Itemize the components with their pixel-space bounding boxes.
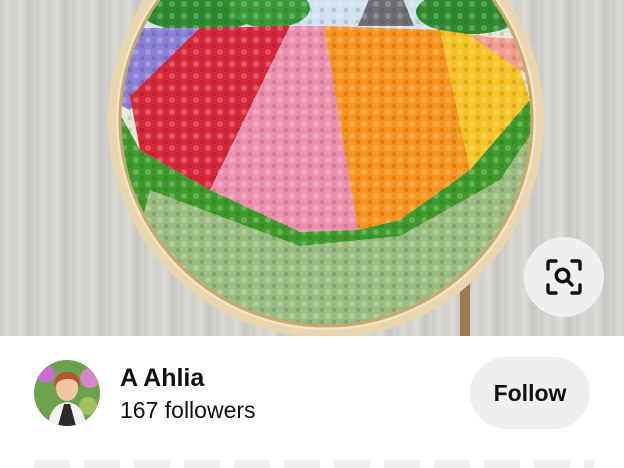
avatar-photo [34, 360, 100, 426]
lens-icon [546, 259, 582, 295]
creator-follower-count: 167 followers [120, 397, 256, 423]
creator-name[interactable]: A Ahlia [120, 364, 204, 393]
follow-button[interactable]: Follow [470, 357, 590, 429]
avatar[interactable] [34, 360, 100, 426]
description-text-preview [34, 460, 594, 468]
pin-closeup-page: A Ahlia 167 followers Follow [0, 0, 624, 468]
visual-search-button[interactable] [524, 237, 604, 317]
embroidered-flower-field [120, 0, 532, 326]
